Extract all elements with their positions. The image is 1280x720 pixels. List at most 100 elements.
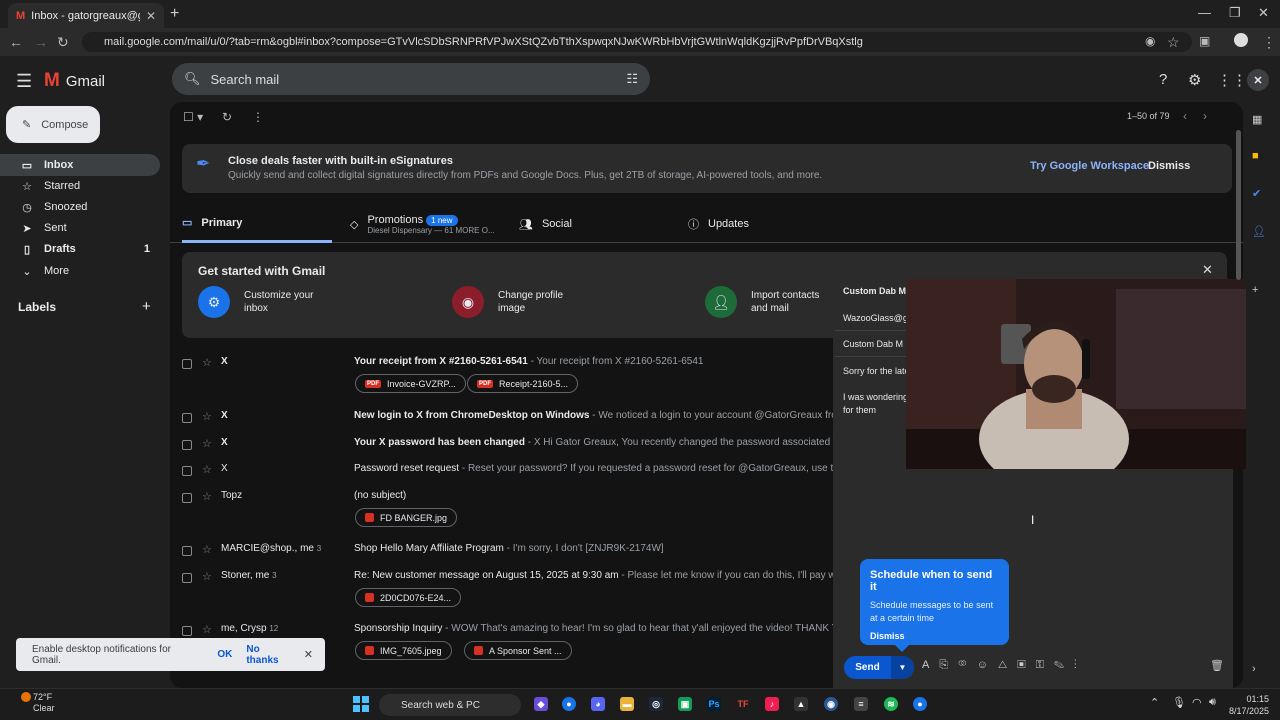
- weather-icon[interactable]: [21, 692, 31, 702]
- search-icon[interactable]: 🔍︎: [184, 71, 201, 87]
- scrollbar[interactable]: [1236, 130, 1241, 280]
- tab-primary[interactable]: ▭ Primary: [182, 205, 332, 243]
- star-icon[interactable]: ☆: [202, 356, 212, 369]
- compose-button[interactable]: ✎ Compose: [6, 106, 100, 143]
- try-workspace-link[interactable]: Try Google Workspace: [1030, 160, 1149, 172]
- search-options-icon[interactable]: ☷: [626, 71, 638, 87]
- sidebar-item-starred[interactable]: ☆ Starred: [0, 175, 160, 197]
- photoshop-icon[interactable]: Ps: [707, 697, 721, 711]
- star-icon[interactable]: ☆: [202, 437, 212, 450]
- star-icon[interactable]: ☆: [202, 623, 212, 636]
- restore-icon[interactable]: ❐: [1229, 5, 1241, 21]
- attachment-chip[interactable]: 2D0CD076-E24...: [355, 588, 462, 607]
- star-icon[interactable]: ☆: [202, 490, 212, 503]
- minimize-icon[interactable]: —: [1198, 5, 1211, 20]
- pagination-arrows-icon[interactable]: ‹›: [1183, 109, 1223, 123]
- gmail-logo[interactable]: M Gmail: [44, 70, 105, 92]
- url-field[interactable]: mail.google.com/mail/u/0/?tab=rm&ogbl#in…: [82, 32, 1192, 52]
- tab-promotions[interactable]: ◇ Promotions 1 new Diesel Dispensary — 6…: [350, 205, 495, 243]
- tf-icon[interactable]: TF: [736, 697, 750, 711]
- app-icon[interactable]: ◉: [824, 697, 838, 711]
- visibility-icon[interactable]: ◉: [1145, 34, 1155, 48]
- import-contacts-item[interactable]: 👤︎ Import contacts and mail: [705, 286, 831, 318]
- table-row[interactable]: ☆ X Password reset request - Reset your …: [182, 463, 842, 481]
- forward-icon[interactable]: →: [34, 34, 48, 50]
- copilot-icon[interactable]: ◆: [534, 697, 548, 711]
- windows-start-icon[interactable]: [353, 696, 369, 712]
- attachment-chip[interactable]: FD BANGER.jpg: [355, 508, 458, 527]
- body-line[interactable]: for them: [843, 405, 876, 415]
- close-tab-icon[interactable]: ✕: [146, 9, 156, 23]
- table-row[interactable]: ☆ MARCIE@shop., me 3 Shop Hello Mary Aff…: [182, 543, 842, 561]
- table-row[interactable]: ☆ X Your receipt from X #2160-5261-6541 …: [182, 356, 842, 398]
- taskbar-search[interactable]: Search web & PC: [379, 694, 521, 716]
- microphone-icon[interactable]: 🎙︎: [1172, 696, 1186, 709]
- spotify-icon[interactable]: ≋: [884, 697, 898, 711]
- add-addon-icon[interactable]: +: [1252, 284, 1258, 296]
- row-checkbox[interactable]: [182, 440, 192, 450]
- app-icon[interactable]: ▲: [794, 697, 808, 711]
- wifi-icon[interactable]: ◠: [1192, 696, 1202, 709]
- tab-updates[interactable]: ⓘ Updates: [688, 205, 749, 243]
- contacts-icon[interactable]: 👤︎: [1252, 225, 1266, 238]
- sidebar-item-sent[interactable]: ➤ Sent: [0, 217, 160, 239]
- attachment-chip[interactable]: PDF Receipt-2160-5...: [467, 374, 579, 393]
- star-icon[interactable]: ☆: [202, 570, 212, 583]
- star-icon[interactable]: ☆: [202, 463, 212, 476]
- schedule-dropdown-icon[interactable]: ▼: [891, 656, 914, 679]
- tiktok-icon[interactable]: ♪: [765, 697, 779, 711]
- calendar-icon[interactable]: ▦: [1252, 113, 1262, 126]
- add-label-icon[interactable]: +: [142, 298, 151, 315]
- row-checkbox[interactable]: [182, 626, 192, 636]
- file-explorer-icon[interactable]: ▬: [620, 697, 634, 711]
- toast-ok-button[interactable]: OK: [217, 649, 232, 660]
- tasks-icon[interactable]: ✔: [1252, 187, 1261, 200]
- change-profile-item[interactable]: ◉ Change profile image: [452, 286, 578, 318]
- attachment-chip[interactable]: PDF Invoice-GVZRP...: [355, 374, 466, 393]
- sidebar-item-snoozed[interactable]: ◷ Snoozed: [0, 196, 160, 218]
- subject-field[interactable]: Custom Dab M: [843, 339, 903, 349]
- steam-icon[interactable]: ◎: [649, 697, 663, 711]
- weather-widget[interactable]: 72°F Clear: [33, 692, 55, 714]
- customize-inbox-item[interactable]: ⚙ Customize your inbox: [198, 286, 324, 318]
- discard-draft-icon[interactable]: 🗑︎: [1210, 659, 1224, 672]
- more-actions-icon[interactable]: ⋮: [252, 110, 264, 124]
- refresh-icon[interactable]: ↻: [222, 110, 232, 124]
- profile-icon[interactable]: [1234, 33, 1248, 47]
- recipient-field[interactable]: WazooGlass@g: [843, 313, 908, 323]
- row-checkbox[interactable]: [182, 573, 192, 583]
- table-row[interactable]: ☆ X Your X password has been changed - X…: [182, 437, 842, 455]
- chrome-icon[interactable]: ●: [562, 697, 576, 711]
- back-icon[interactable]: ←: [9, 34, 23, 50]
- row-checkbox[interactable]: [182, 359, 192, 369]
- app-icon[interactable]: ≡: [854, 697, 868, 711]
- system-clock[interactable]: 01:15 8/17/2025: [1229, 693, 1269, 717]
- close-window-icon[interactable]: ✕: [1258, 5, 1269, 21]
- search-input[interactable]: Search mail: [211, 72, 280, 87]
- browser-tab[interactable]: M Inbox - gatorgreaux@gmail.co ✕: [8, 3, 164, 28]
- browser-menu-icon[interactable]: ⋮: [1262, 34, 1276, 51]
- table-row[interactable]: ☆ Stoner, me 3 Re: New customer message …: [182, 570, 842, 612]
- tab-social[interactable]: 👥︎ Social: [519, 205, 572, 243]
- reload-icon[interactable]: ↻: [57, 34, 69, 51]
- toast-no-thanks-button[interactable]: No thanks: [246, 644, 289, 666]
- compose-title[interactable]: Custom Dab M: [843, 286, 906, 296]
- chevron-up-icon[interactable]: ⌃: [1150, 696, 1159, 709]
- sidebar-item-more[interactable]: ⌄ More: [0, 260, 160, 282]
- row-checkbox[interactable]: [182, 493, 192, 503]
- send-button[interactable]: Send ▼: [844, 656, 914, 679]
- star-icon[interactable]: ☆: [202, 543, 212, 556]
- row-checkbox[interactable]: [182, 413, 192, 423]
- star-icon[interactable]: ☆: [202, 410, 212, 423]
- main-menu-icon[interactable]: ☰: [16, 71, 32, 92]
- settings-gear-icon[interactable]: ⚙: [1188, 71, 1201, 89]
- expand-panel-icon[interactable]: ›: [1252, 663, 1256, 675]
- select-all-checkbox[interactable]: ☐ ▾: [183, 110, 203, 124]
- apps-grid-icon[interactable]: ⋮⋮: [1217, 71, 1247, 89]
- keep-icon[interactable]: ■: [1252, 150, 1259, 162]
- search-bar[interactable]: 🔍︎ Search mail ☷: [172, 63, 650, 95]
- row-checkbox[interactable]: [182, 466, 192, 476]
- sidebar-item-drafts[interactable]: ▯ Drafts 1: [0, 238, 160, 260]
- body-line[interactable]: Sorry for the late: [843, 366, 910, 376]
- row-checkbox[interactable]: [182, 546, 192, 556]
